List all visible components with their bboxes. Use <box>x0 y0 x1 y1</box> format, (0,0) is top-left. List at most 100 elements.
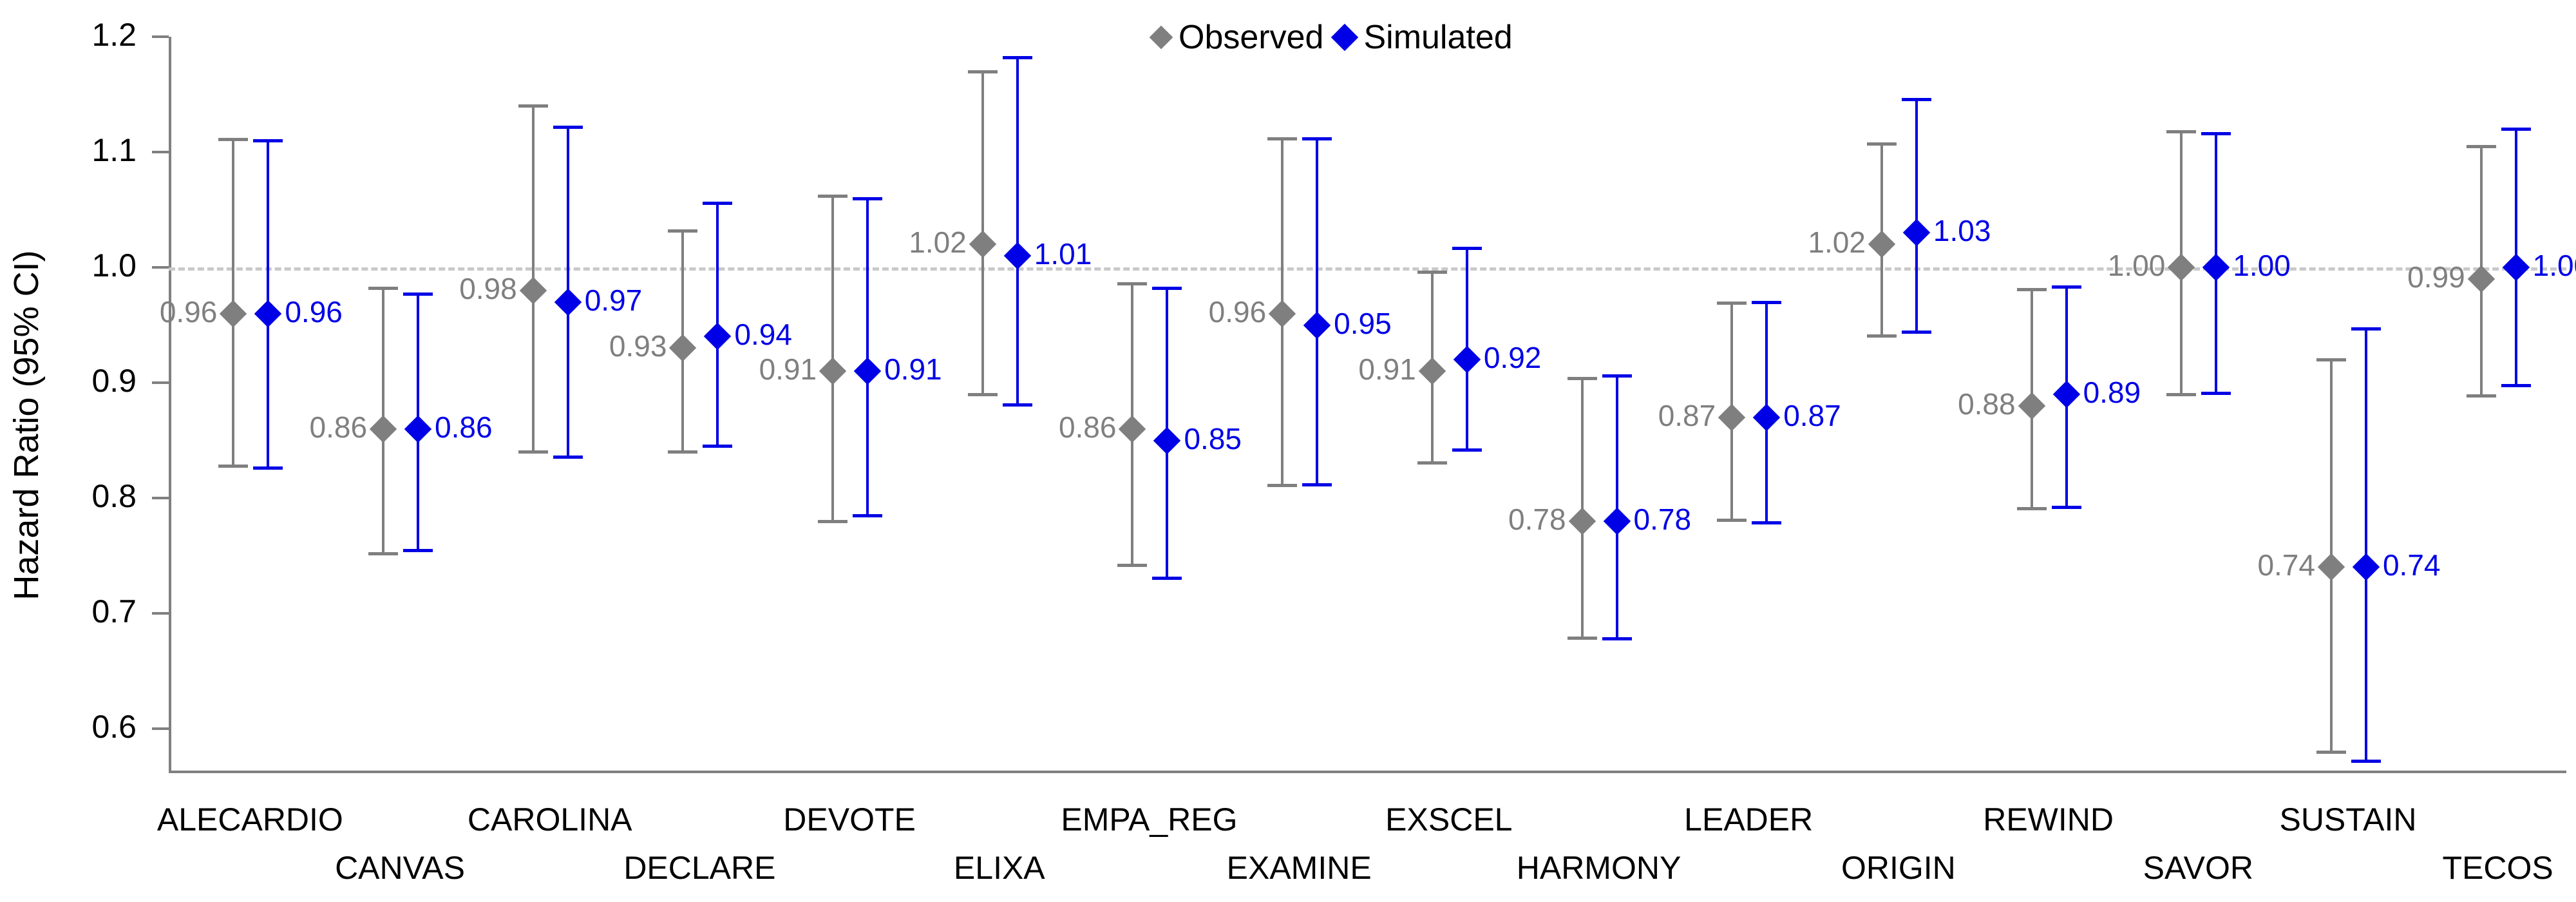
ci-upper-cap <box>2166 130 2197 133</box>
ci-lower-cap <box>2016 507 2047 511</box>
data-point-diamond[interactable] <box>1753 403 1781 431</box>
ci-upper-cap <box>2466 145 2496 149</box>
data-point-diamond[interactable] <box>2018 392 2045 420</box>
ci-lower-cap <box>703 445 733 448</box>
data-point-diamond[interactable] <box>1268 300 1296 327</box>
data-point-value-label: 0.87 <box>1658 398 1716 432</box>
ci-upper-cap <box>2501 128 2531 131</box>
ci-upper-cap <box>253 139 283 143</box>
ci-upper-cap <box>1752 300 1782 304</box>
data-point-diamond[interactable] <box>1868 230 1896 258</box>
data-point-value-label: 0.96 <box>159 294 218 329</box>
data-point-value-label: 1.02 <box>1808 225 1866 260</box>
confidence-interval-bar <box>2364 328 2367 762</box>
ci-lower-cap <box>668 450 698 454</box>
forest-plot-figure: Hazard Ratio (95% CI) 0.6 0.7 0.8 0.9 1.0 1.1… <box>0 0 2576 902</box>
data-point-diamond[interactable] <box>369 415 397 443</box>
ci-lower-cap <box>1717 519 1747 522</box>
legend-item-simulated[interactable]: Simulated <box>1331 18 1513 57</box>
ci-upper-cap <box>1002 56 1032 60</box>
ci-lower-cap <box>1866 334 1897 338</box>
data-point-diamond[interactable] <box>1902 219 1931 247</box>
data-point-diamond[interactable] <box>853 357 882 385</box>
y-axis-tick <box>152 151 169 153</box>
data-point-diamond[interactable] <box>2317 553 2345 581</box>
legend-item-observed[interactable]: Observed <box>1149 18 1323 57</box>
data-point-value-label: 0.97 <box>584 283 643 317</box>
data-point-value-label: 0.88 <box>1958 387 2016 421</box>
x-axis-category-label: CANVAS <box>335 850 465 886</box>
data-point-diamond[interactable] <box>254 300 282 327</box>
data-point-diamond[interactable] <box>1568 507 1596 535</box>
ci-upper-cap <box>1866 142 1897 146</box>
y-axis-tick-label: 0.8 <box>91 478 137 514</box>
data-point-value-label: 0.78 <box>1508 502 1566 536</box>
data-point-diamond[interactable] <box>404 415 432 443</box>
chart-legend: Observed Simulated <box>1149 18 1513 57</box>
data-point-diamond[interactable] <box>704 323 732 350</box>
ci-upper-cap <box>1302 137 1332 140</box>
x-axis-category-label: TECOS <box>2442 850 2553 886</box>
ci-lower-cap <box>2166 392 2197 396</box>
data-point-diamond[interactable] <box>2052 380 2080 408</box>
data-point-diamond[interactable] <box>1303 311 1331 339</box>
y-axis-tick-label: 0.9 <box>91 363 137 399</box>
data-point-diamond[interactable] <box>2168 253 2195 282</box>
ci-lower-cap <box>403 548 433 552</box>
data-point-diamond[interactable] <box>2202 253 2230 282</box>
x-axis-category-label: LEADER <box>1684 801 1814 838</box>
data-point-value-label: 1.03 <box>1933 214 1991 248</box>
ci-upper-cap <box>818 195 848 198</box>
ci-lower-cap <box>1302 483 1332 486</box>
data-point-diamond[interactable] <box>1418 357 1446 385</box>
y-axis-tick <box>152 381 169 384</box>
ci-upper-cap <box>368 287 399 291</box>
ci-lower-cap <box>2201 392 2231 396</box>
ci-lower-cap <box>1417 461 1447 465</box>
y-axis-tick-label: 0.7 <box>91 593 137 629</box>
ci-upper-cap <box>967 70 998 73</box>
ci-upper-cap <box>1267 137 1298 140</box>
data-point-diamond[interactable] <box>969 230 996 258</box>
ci-upper-cap <box>1452 246 1482 250</box>
data-point-value-label: 0.86 <box>1058 410 1117 444</box>
ci-upper-cap <box>2201 132 2231 136</box>
data-point-diamond[interactable] <box>1003 242 1031 270</box>
data-point-diamond[interactable] <box>1718 403 1746 431</box>
data-point-diamond[interactable] <box>669 334 697 362</box>
data-point-value-label: 0.98 <box>459 271 517 305</box>
data-point-value-label: 0.96 <box>1208 294 1267 329</box>
ci-upper-cap <box>2016 288 2047 291</box>
ci-upper-cap <box>668 229 698 233</box>
ci-upper-cap <box>853 197 883 200</box>
x-axis-baseline <box>169 771 2566 773</box>
ci-lower-cap <box>2466 394 2496 398</box>
diamond-marker-icon <box>1331 23 1359 52</box>
data-point-diamond[interactable] <box>1603 507 1631 535</box>
data-point-diamond[interactable] <box>1453 345 1481 374</box>
data-point-diamond[interactable] <box>1153 427 1181 454</box>
data-point-diamond[interactable] <box>1119 415 1146 443</box>
ci-upper-cap <box>1152 287 1182 291</box>
data-point-diamond[interactable] <box>554 288 582 316</box>
data-point-diamond[interactable] <box>519 276 547 305</box>
data-point-diamond[interactable] <box>2502 253 2530 282</box>
data-point-value-label: 0.86 <box>435 410 493 444</box>
data-point-value-label: 0.99 <box>2407 260 2465 294</box>
ci-upper-cap <box>403 293 433 296</box>
ci-lower-cap <box>518 450 548 454</box>
ci-lower-cap <box>2051 506 2081 510</box>
data-point-value-label: 0.85 <box>1184 421 1242 456</box>
ci-lower-cap <box>253 466 283 470</box>
x-axis-category-label: HARMONY <box>1516 850 1681 886</box>
x-axis-category-label: SUSTAIN <box>2279 801 2417 838</box>
data-point-diamond[interactable] <box>819 357 847 385</box>
ci-upper-cap <box>1602 374 1632 378</box>
x-axis-category-label: ORIGIN <box>1841 850 1956 886</box>
x-axis-category-label: DEVOTE <box>783 801 916 838</box>
data-point-diamond[interactable] <box>2352 553 2380 581</box>
data-point-diamond[interactable] <box>220 300 247 327</box>
data-point-value-label: 0.94 <box>734 318 792 352</box>
ci-lower-cap <box>1152 576 1182 580</box>
y-axis-spine <box>169 37 171 771</box>
